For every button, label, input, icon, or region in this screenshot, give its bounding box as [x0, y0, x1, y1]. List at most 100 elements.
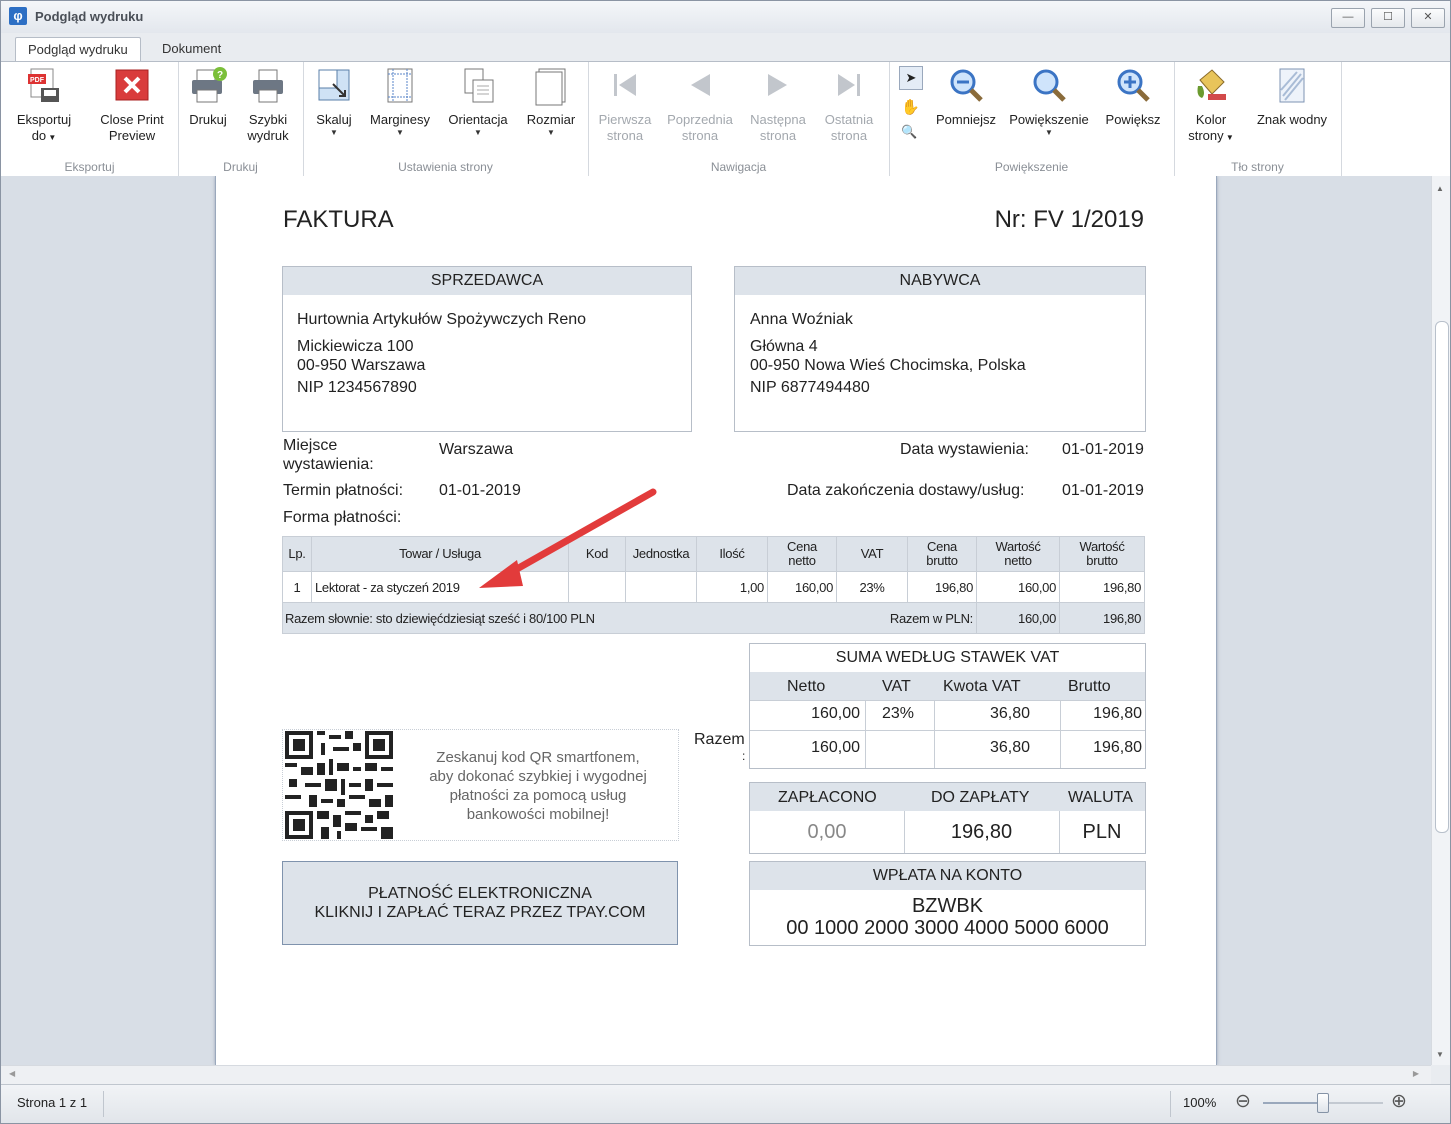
watermark-button[interactable]: Znak wodny	[1250, 66, 1334, 128]
col-net-value-l1: Wartość	[995, 539, 1041, 554]
scroll-up-icon[interactable]: ▲	[1436, 184, 1444, 193]
page-color-button[interactable]: Kolor strony ▼	[1180, 66, 1242, 146]
previous-page-label-1: Poprzednia	[667, 112, 733, 127]
qr-line-4: bankowości mobilnej!	[466, 806, 610, 823]
col-gross-price: Cena brutto	[907, 536, 977, 572]
group-export: PDF Eksportuj do ▼ Close Print Preview E…	[1, 62, 179, 176]
qr-line-1: Zeskanuj kod QR smartfonem,	[436, 749, 640, 766]
scale-button[interactable]: Skaluj ▼	[311, 66, 357, 138]
page-color-label-1: Kolor	[1195, 112, 1227, 127]
svg-text:?: ?	[217, 70, 223, 81]
bank-account-number: 00 1000 2000 3000 4000 5000 6000	[786, 917, 1109, 939]
invoice-number: Nr: FV 1/2019	[994, 206, 1144, 233]
zoom-slider-thumb[interactable]	[1317, 1093, 1329, 1113]
scroll-down-icon[interactable]: ▼	[1436, 1050, 1444, 1059]
online-payment-line-2: KLIKNIJ I ZAPŁAĆ TERAZ PRZEZ TPAY.COM	[314, 904, 646, 921]
ribbon: PDF Eksportuj do ▼ Close Print Preview E…	[1, 61, 1450, 177]
previous-page-icon	[691, 74, 710, 96]
printer-icon: ?	[192, 67, 227, 103]
col-qty: Ilość	[696, 536, 768, 572]
maximize-button[interactable]: ☐	[1371, 8, 1405, 28]
vat-total-gross: 196,80	[1093, 739, 1142, 756]
first-page-label-1: Pierwsza	[598, 112, 652, 127]
paid-value: 0,00	[807, 821, 847, 843]
watermark-label: Znak wodny	[1256, 112, 1328, 127]
horizontal-scrollbar[interactable]: ◀ ▶	[1, 1065, 1431, 1084]
table-total-row: Razem słownie: sto dziewięćdziesiąt sześ…	[282, 602, 1145, 634]
last-page-label-2: strona	[830, 128, 868, 143]
print-preview-window: φ Podgląd wydruku — ☐ ✕ Podgląd wydruku …	[0, 0, 1451, 1124]
zoom-plus-icon[interactable]: ⊕	[1391, 1090, 1407, 1113]
qr-line-2: aby dokonać szybkiej i wygodnej	[429, 768, 647, 785]
export-label-1: Eksportuj	[16, 112, 72, 127]
qr-code-icon	[285, 731, 393, 839]
total-label-text: Razem w PLN:	[889, 610, 973, 626]
buyer-header: NABYWCA	[735, 267, 1145, 295]
vat-h-rate: VAT	[882, 678, 911, 695]
close-window-button[interactable]: ✕	[1411, 8, 1445, 28]
print-label: Drukuj	[189, 112, 227, 127]
preview-area[interactable]: FAKTURA Nr: FV 1/2019 SPRZEDAWCA Hurtown…	[1, 176, 1431, 1065]
orientation-button[interactable]: Orientacja ▼	[443, 66, 513, 138]
zoom-in-button[interactable]: Powiększ	[1101, 66, 1165, 128]
size-button[interactable]: Rozmiar ▼	[521, 66, 581, 138]
minimize-button[interactable]: —	[1331, 8, 1365, 28]
col-lp: Lp.	[282, 536, 312, 572]
buyer-street: Główna 4	[750, 338, 818, 355]
qr-line-3: płatności za pomocą usług	[449, 787, 627, 804]
group-page-background-label: Tło strony	[1231, 160, 1284, 174]
magnifier-tool-icon[interactable]: 🔍	[901, 124, 917, 140]
tab-document[interactable]: Dokument	[150, 37, 233, 61]
vertical-scrollbar[interactable]: ▲ ▼	[1431, 176, 1450, 1065]
previous-page-button[interactable]: Poprzednia strona	[664, 66, 736, 144]
last-page-button[interactable]: Ostatnia strona	[818, 66, 880, 144]
quick-print-label-1: Szybki	[248, 112, 288, 127]
export-button[interactable]: PDF Eksportuj do ▼	[11, 66, 77, 146]
hand-tool-icon[interactable]: ✋	[901, 98, 920, 116]
group-zoom: ➤ ✋ 🔍 Pomniejsz Powiększenie ▼ Powiększ …	[889, 62, 1175, 176]
close-print-preview-button[interactable]: Close Print Preview	[93, 66, 171, 144]
col-net-value-l2: netto	[1004, 553, 1032, 568]
total-label: Razem w PLN:	[890, 602, 977, 634]
print-button[interactable]: ? Drukuj	[184, 66, 232, 128]
zoom-button[interactable]: Powiększenie ▼	[1007, 66, 1091, 138]
zoom-minus-icon[interactable]: ⊖	[1235, 1090, 1251, 1113]
currency-value: PLN	[1082, 821, 1122, 843]
ribbon-tabs: Podgląd wydruku Dokument	[1, 33, 1450, 62]
close-preview-icon	[115, 69, 149, 101]
first-page-button[interactable]: Pierwsza strona	[594, 66, 656, 144]
tab-print-preview[interactable]: Podgląd wydruku	[15, 37, 141, 62]
col-gross-value-l1: Wartość	[1079, 539, 1125, 554]
buyer-nip: NIP 6877494480	[750, 379, 870, 396]
place-value: Warszawa	[439, 441, 514, 458]
group-navigation: Pierwsza strona Poprzednia strona Następ…	[588, 62, 890, 176]
col-net-value: Wartość netto	[976, 536, 1060, 572]
next-page-label-1: Następna	[750, 112, 806, 127]
scroll-right-icon[interactable]: ▶	[1413, 1069, 1419, 1078]
online-payment-button[interactable]: PŁATNOŚĆ ELEKTRONICZNA KLIKNIJ I ZAPŁAĆ …	[282, 861, 678, 945]
items-header-row: Lp. Towar / Usługa Kod Jednostka Ilość C…	[282, 536, 1145, 572]
vat-row-gross: 196,80	[1093, 705, 1142, 722]
scroll-left-icon[interactable]: ◀	[9, 1069, 15, 1078]
zoom-icon	[1033, 69, 1066, 102]
place-label-1: Miejsce	[283, 437, 338, 454]
next-page-button[interactable]: Następna strona	[744, 66, 812, 144]
vat-summary-box: SUMA WEDŁUG STAWEK VAT Netto VAT Kwota V…	[749, 643, 1146, 769]
vertical-scroll-thumb[interactable]	[1435, 321, 1449, 833]
row-vat: 23%	[836, 571, 908, 603]
quick-print-button[interactable]: Szybki wydruk	[240, 66, 296, 144]
close-label-2: Preview	[108, 128, 156, 143]
seller-nip: NIP 1234567890	[297, 379, 417, 396]
pointer-tool-icon[interactable]: ➤	[899, 66, 923, 90]
margins-button[interactable]: Marginesy ▼	[367, 66, 433, 138]
group-page-setup: Skaluj ▼ Marginesy ▼ Orientacja ▼ Rozmia…	[303, 62, 589, 176]
scale-icon	[318, 69, 350, 101]
zoom-out-button[interactable]: Pomniejsz	[933, 66, 999, 128]
online-payment-line-1: PŁATNOŚĆ ELEKTRONICZNA	[368, 885, 592, 902]
due-label: DO ZAPŁATY	[931, 789, 1030, 806]
group-page-background: Kolor strony ▼ Znak wodny Tło strony	[1174, 62, 1342, 176]
buyer-box: NABYWCA Anna Woźniak Główna 4 00-950 Now…	[734, 266, 1146, 432]
zoom-slider[interactable]	[1263, 1093, 1383, 1113]
zoom-in-label: Powiększ	[1105, 112, 1161, 127]
vat-total-label: Razem	[694, 731, 745, 748]
